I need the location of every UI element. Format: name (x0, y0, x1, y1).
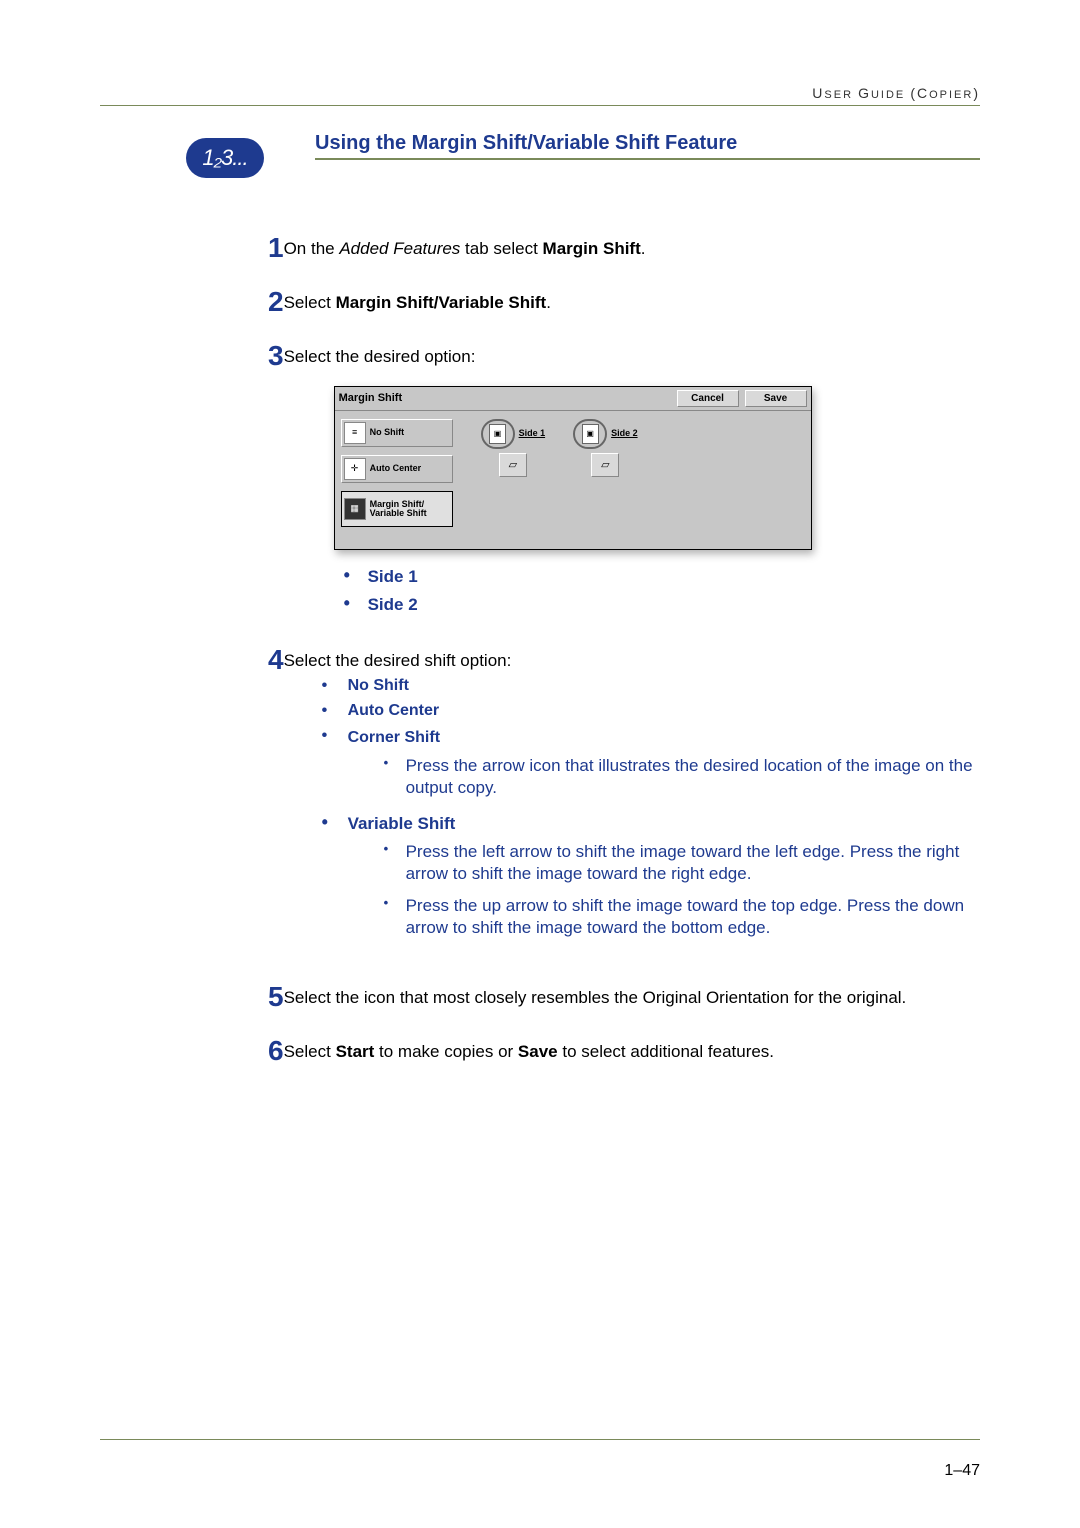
side-2-orientation-button[interactable]: ▱ (591, 453, 619, 477)
cancel-button[interactable]: Cancel (677, 390, 739, 407)
steps-123-icon: 1₂3... (186, 138, 264, 178)
margin-variable-icon: ▦ (344, 498, 366, 520)
no-shift-option[interactable]: ≡ No Shift (341, 419, 453, 447)
margin-shift-dialog: Margin Shift Cancel Save ≡ No Shift (334, 386, 812, 550)
page-title: Using the Margin Shift/Variable Shift Fe… (315, 132, 980, 160)
side-2-icon: ▣ (582, 424, 599, 444)
opt-variable-shift: • Variable Shift • Press the left arrow … (322, 813, 980, 949)
header-divider (100, 105, 980, 106)
side-2-column: ▣ Side 2 ▱ (573, 419, 638, 535)
step-6: 6 Select Start to make copies or Save to… (180, 1035, 980, 1067)
auto-center-icon: ✛ (344, 458, 366, 480)
step-3: 3 Select the desired option: Margin Shif… (180, 340, 980, 622)
page-number: 1–47 (944, 1462, 980, 1480)
opt-no-shift: • No Shift (322, 676, 980, 697)
step-2: 2 Select Margin Shift/Variable Shift. (180, 286, 980, 318)
no-shift-icon: ≡ (344, 422, 366, 444)
footer-divider (100, 1439, 980, 1440)
side-1-button[interactable]: ▣ (481, 419, 515, 449)
dialog-title: Margin Shift (339, 391, 671, 405)
auto-center-option[interactable]: ✛ Auto Center (341, 455, 453, 483)
step-4: 4 Select the desired shift option: • No … (180, 644, 980, 959)
bullet-side-1: • Side 1 (344, 566, 980, 588)
orientation-icon: ▱ (509, 458, 517, 472)
save-button[interactable]: Save (745, 390, 807, 407)
step-5: 5 Select the icon that most closely rese… (180, 981, 980, 1013)
side-1-orientation-button[interactable]: ▱ (499, 453, 527, 477)
page: USER GUIDE (COPIER) 1₂3... Using the Mar… (0, 0, 1080, 1528)
orientation-icon: ▱ (601, 458, 609, 472)
step-1: 1 On the Added Features tab select Margi… (180, 232, 980, 264)
side-1-icon: ▣ (489, 424, 506, 444)
opt-auto-center: • Auto Center (322, 701, 980, 722)
bullet-side-2: • Side 2 (344, 594, 980, 616)
dialog-titlebar: Margin Shift Cancel Save (335, 387, 811, 411)
side-1-column: ▣ Side 1 ▱ (481, 419, 546, 535)
margin-variable-shift-option[interactable]: ▦ Margin Shift/ Variable Shift (341, 491, 453, 527)
header-breadcrumb: USER GUIDE (COPIER) (100, 85, 980, 101)
side-2-button[interactable]: ▣ (573, 419, 607, 449)
opt-corner-shift: • Corner Shift • Press the arrow icon th… (322, 726, 980, 809)
